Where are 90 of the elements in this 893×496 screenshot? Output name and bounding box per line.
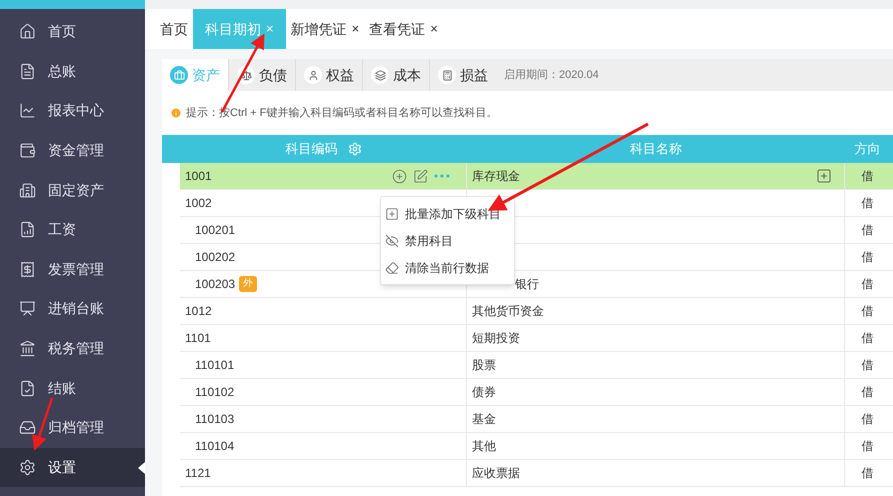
column-header: 科目名称: [630, 140, 682, 158]
add-icon[interactable]: [392, 168, 407, 184]
account-code: 110104: [195, 438, 234, 455]
direction-text: 借: [862, 249, 874, 266]
sidebar-item[interactable]: 总账: [0, 52, 145, 92]
account-code: 100202: [195, 249, 236, 266]
page-tab[interactable]: 查看凭证 ×: [364, 9, 443, 49]
sidebar-item[interactable]: 资金管理: [0, 130, 145, 170]
table-row[interactable]: 110103 基金 借: [180, 406, 893, 433]
account-code: 100203: [195, 276, 236, 293]
account-name: 其他: [472, 438, 496, 455]
table-row[interactable]: 1121 应收票据 借: [180, 460, 893, 487]
direction-text: 借: [862, 195, 874, 212]
add-square-icon[interactable]: [816, 168, 832, 184]
report-icon: [19, 221, 36, 238]
sidebar-item[interactable]: 发票管理: [0, 250, 145, 290]
direction-text: 借: [862, 384, 874, 401]
table-row[interactable]: 1001 库存现金 借: [180, 163, 893, 190]
page-tab[interactable]: 新增凭证 ×: [286, 9, 364, 49]
bank-icon: [19, 340, 36, 358]
direction-text: 借: [862, 411, 874, 428]
account-name: 银行: [515, 276, 539, 293]
column-header: 科目编码: [286, 140, 338, 158]
sidebar-item[interactable]: 报表中心: [0, 91, 145, 131]
briefcase-icon: [170, 66, 188, 84]
sidebar-item[interactable]: 进销台账: [0, 289, 145, 329]
document-icon: [19, 62, 36, 80]
wallet-icon: [19, 142, 36, 160]
account-code: 1012: [185, 303, 212, 320]
sidebar-item[interactable]: 设置: [0, 448, 145, 488]
account-code: 1121: [185, 465, 211, 482]
add-square-icon: [385, 206, 399, 220]
person-icon: [304, 66, 322, 84]
table-row[interactable]: 110104 其他 借: [180, 433, 893, 460]
sidebar-item[interactable]: 首页: [0, 12, 145, 52]
foreign-currency-badge: 外: [239, 276, 258, 292]
line-chart-icon: [19, 102, 36, 120]
account-code: 110101: [195, 357, 234, 374]
sidebar-item[interactable]: 工资: [0, 210, 145, 250]
page-tab[interactable]: 首页: [155, 9, 193, 49]
table-row[interactable]: 110101 股票 借: [180, 352, 893, 379]
account-code: 1001: [185, 168, 212, 185]
category-tab[interactable]: 损益: [429, 59, 496, 91]
column-header: 方向: [854, 140, 880, 158]
inbox-icon: [19, 419, 36, 436]
sidebar-item[interactable]: 归档管理: [0, 408, 145, 448]
board-icon: [19, 300, 36, 318]
account-code: 100201: [195, 222, 236, 239]
account-name: 库存现金: [472, 168, 520, 185]
category-tab[interactable]: 权益: [295, 59, 362, 91]
account-code: 110103: [195, 411, 234, 428]
info-icon: [170, 107, 182, 119]
check-document-icon: [19, 380, 36, 397]
sidebar-item[interactable]: 结账: [0, 368, 145, 408]
account-code: 1002: [185, 195, 212, 212]
table-row[interactable]: 1012 其他货币资金 借: [180, 298, 893, 325]
settings-icon: [19, 458, 36, 476]
account-name: 债券: [472, 384, 496, 401]
receipt-icon: [19, 260, 36, 278]
eye-off-icon: [385, 234, 399, 248]
direction-text: 借: [862, 168, 874, 185]
account-code: 1101: [185, 330, 211, 347]
category-tab[interactable]: 成本: [362, 59, 429, 91]
account-name: 短期投资: [472, 330, 520, 347]
edit-icon[interactable]: [413, 168, 428, 184]
eraser-icon: [385, 260, 399, 274]
direction-text: 借: [862, 465, 874, 482]
sidebar-item[interactable]: 固定资产: [0, 170, 145, 210]
sidebar-item[interactable]: 税务管理: [0, 328, 145, 368]
account-name: 基金: [472, 411, 496, 428]
building-icon: [19, 182, 36, 199]
account-name: 其他货币资金: [472, 303, 544, 320]
direction-text: 借: [862, 330, 874, 347]
account-name: 应收票据: [472, 465, 520, 482]
close-tab-icon[interactable]: ×: [350, 19, 360, 39]
close-tab-icon[interactable]: ×: [428, 19, 438, 39]
account-code: 110102: [195, 384, 234, 401]
table-row[interactable]: 110102 债券 借: [180, 379, 893, 406]
calculator-icon: [438, 66, 456, 84]
direction-text: 借: [862, 222, 874, 239]
direction-text: 借: [862, 276, 874, 293]
home-icon: [19, 23, 36, 40]
layers-icon: [371, 66, 389, 84]
direction-text: 借: [862, 438, 874, 455]
category-tab[interactable]: 负债: [228, 59, 295, 91]
table-row[interactable]: 1101 短期投资 借: [180, 325, 893, 352]
direction-text: 借: [862, 357, 874, 374]
account-name: 股票: [472, 357, 496, 374]
period-text: 启用期间：2020.04: [504, 68, 599, 83]
direction-text: 借: [862, 303, 874, 320]
